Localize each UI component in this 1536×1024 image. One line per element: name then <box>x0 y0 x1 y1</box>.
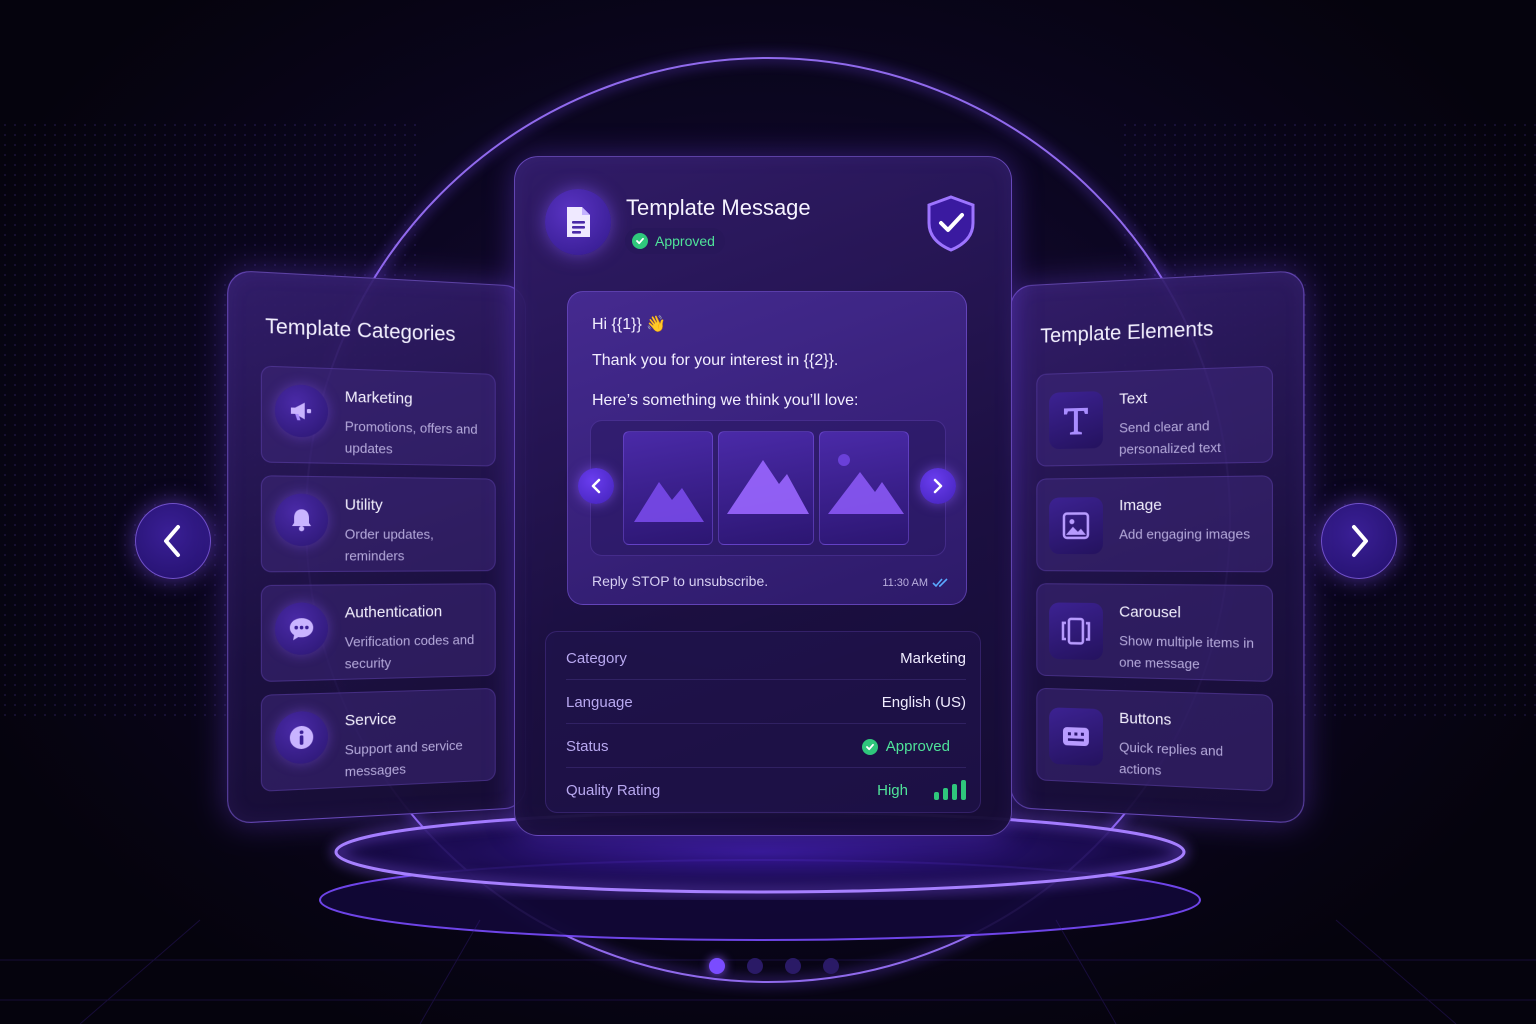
template-details: Category Marketing Language English (US)… <box>545 631 981 813</box>
carousel-image[interactable] <box>718 431 814 545</box>
element-desc: Add engaging images <box>1119 526 1251 542</box>
category-title: Marketing <box>344 388 413 408</box>
category-item-utility[interactable]: Utility Order updates, reminders <box>260 475 496 573</box>
image-carousel <box>590 420 946 556</box>
category-title: Service <box>344 710 397 730</box>
pagination-dots <box>709 958 839 974</box>
carousel-next-button[interactable] <box>920 468 956 504</box>
chevron-left-icon <box>164 525 180 557</box>
page-dot[interactable] <box>823 958 839 974</box>
text-icon <box>1049 391 1103 450</box>
category-desc: Promotions, offers and updates <box>344 418 478 457</box>
carousel-prev-button[interactable] <box>578 468 614 504</box>
detail-row-category: Category Marketing <box>566 636 966 680</box>
status-badge-text: Approved <box>655 233 715 249</box>
detail-value: High <box>877 782 908 799</box>
image-placeholder-icon <box>727 460 809 514</box>
template-elements-panel: Template Elements Text Send clear and pe… <box>1010 270 1305 824</box>
chevron-left-icon <box>591 478 601 494</box>
template-categories-panel: Template Categories Marketing Promotions… <box>227 269 526 825</box>
carousel-image[interactable] <box>623 431 713 545</box>
category-title: Utility <box>344 496 383 515</box>
element-item-image[interactable]: Image Add engaging images <box>1036 475 1273 573</box>
detail-row-quality: Quality Rating High <box>566 768 966 812</box>
carousel-image[interactable] <box>819 431 909 545</box>
element-title: Carousel <box>1119 603 1181 622</box>
element-desc: Send clear and personalized text <box>1119 417 1221 458</box>
image-icon <box>1049 497 1103 555</box>
element-title: Image <box>1119 496 1162 515</box>
message-greeting: Hi {{1}} 👋 <box>592 316 667 333</box>
category-desc: Support and service messages <box>344 737 463 780</box>
category-title: Authentication <box>344 602 443 622</box>
message-time: 11:30 AM <box>882 577 928 589</box>
page-dot-active[interactable] <box>709 958 725 974</box>
previous-button[interactable] <box>135 503 211 579</box>
buttons-icon <box>1049 707 1103 767</box>
detail-status-value: Approved <box>861 738 950 755</box>
message-footer: Reply STOP to unsubscribe. <box>592 573 769 589</box>
detail-row-language: Language English (US) <box>566 680 966 724</box>
message-preview: Hi {{1}} 👋 Thank you for your interest i… <box>567 291 967 605</box>
message-line-2: Here’s something we think you’ll love: <box>592 392 859 409</box>
detail-row-status: Status Approved <box>566 724 966 768</box>
element-title: Text <box>1119 389 1148 408</box>
category-item-authentication[interactable]: Authentication Verification codes and se… <box>260 583 496 683</box>
check-circle-icon <box>861 738 878 755</box>
detail-value: English (US) <box>881 694 966 711</box>
chevron-right-icon <box>1352 525 1368 557</box>
image-placeholder-icon <box>828 454 904 514</box>
category-item-marketing[interactable]: Marketing Promotions, offers and updates <box>260 365 496 467</box>
check-circle-icon <box>632 233 648 249</box>
elements-title: Template Elements <box>1040 317 1214 348</box>
status-badge: Approved <box>625 228 725 254</box>
document-icon <box>545 189 611 255</box>
message-line-1: Thank you for your interest in {{2}}. <box>592 352 839 369</box>
page-dot[interactable] <box>785 958 801 974</box>
chevron-right-icon <box>933 478 943 494</box>
detail-key: Status <box>566 738 609 755</box>
detail-value: Approved <box>885 738 950 755</box>
carousel-icon <box>1049 602 1103 661</box>
megaphone-icon <box>274 383 328 438</box>
double-check-icon <box>932 578 948 588</box>
detail-value: Marketing <box>900 650 966 667</box>
element-desc: Quick replies and actions <box>1119 739 1224 779</box>
detail-key: Language <box>566 694 633 711</box>
image-placeholder-icon <box>634 482 704 522</box>
shield-check-icon <box>927 195 975 252</box>
bell-icon <box>274 493 328 546</box>
template-message-card: Template Message Approved Hi {{1}} 👋 Tha… <box>514 156 1012 836</box>
category-item-service[interactable]: Service Support and service messages <box>260 687 496 792</box>
signal-bars-icon <box>934 780 966 800</box>
page-dot[interactable] <box>747 958 763 974</box>
element-desc: Show multiple items in one message <box>1119 632 1254 672</box>
category-desc: Order updates, reminders <box>344 526 434 564</box>
categories-title: Template Categories <box>265 315 456 347</box>
element-title: Buttons <box>1119 709 1172 729</box>
next-button[interactable] <box>1321 503 1397 579</box>
detail-key: Quality Rating <box>566 782 661 799</box>
category-desc: Verification codes and security <box>344 631 475 672</box>
detail-key: Category <box>566 650 627 667</box>
element-item-carousel[interactable]: Carousel Show multiple items in one mess… <box>1036 583 1273 682</box>
element-item-buttons[interactable]: Buttons Quick replies and actions <box>1036 687 1273 792</box>
info-icon <box>274 710 328 765</box>
card-title: Template Message <box>626 195 811 220</box>
chat-bubble-icon <box>274 602 328 656</box>
element-item-text[interactable]: Text Send clear and personalized text <box>1036 365 1273 467</box>
